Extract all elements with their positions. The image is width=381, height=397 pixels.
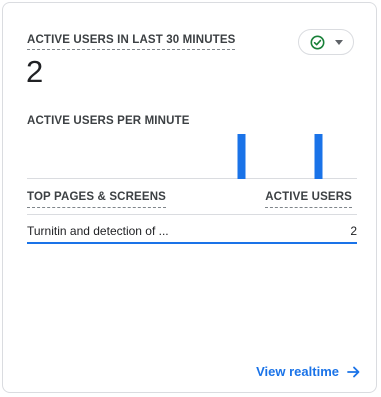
realtime-card: ACTIVE USERS IN LAST 30 MINUTES 2 ACTIVE… <box>2 2 377 393</box>
active-users-cell: 2 <box>350 224 357 238</box>
caret-down-icon <box>334 39 343 45</box>
table-header-active-users[interactable]: ACTIVE USERS <box>265 191 352 208</box>
view-realtime-label: View realtime <box>256 364 339 379</box>
chart-bar[interactable] <box>314 134 323 179</box>
metric-label[interactable]: ACTIVE USERS IN LAST 30 MINUTES <box>27 34 236 50</box>
status-dropdown-button[interactable] <box>298 29 354 55</box>
table-header-pages[interactable]: TOP PAGES & SCREENS <box>27 191 166 208</box>
metric-value: 2 <box>26 54 44 89</box>
page-title-cell: Turnitin and detection of ... <box>27 224 169 238</box>
active-users-per-minute-chart <box>27 134 357 179</box>
arrow-right-icon <box>347 366 360 377</box>
chart-title: ACTIVE USERS PER MINUTE <box>27 115 190 127</box>
chart-bar[interactable] <box>237 134 246 179</box>
check-circle-icon <box>310 35 324 49</box>
table-row[interactable]: Turnitin and detection of ... 2 <box>27 215 357 244</box>
view-realtime-link[interactable]: View realtime <box>256 364 360 379</box>
